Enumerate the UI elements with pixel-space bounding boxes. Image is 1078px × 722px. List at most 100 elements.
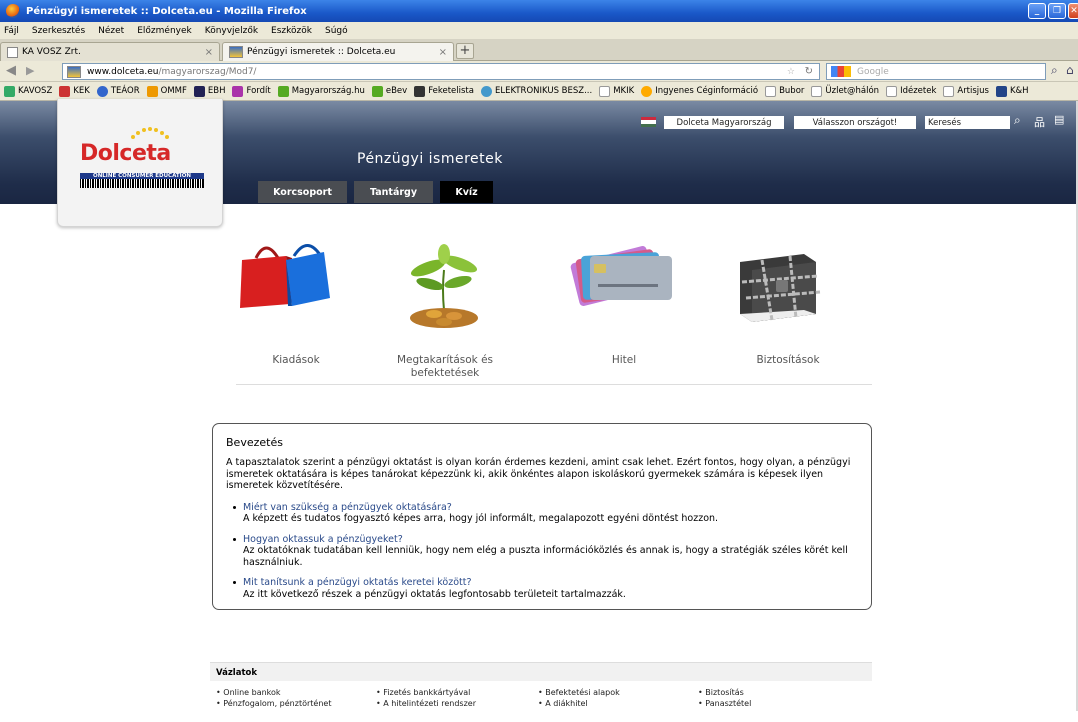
- folder-icon: [943, 85, 955, 97]
- category-megtakaritasok[interactable]: Megtakarítások és befektetések: [383, 354, 507, 380]
- google-icon: [831, 66, 851, 77]
- outline-column: Befektetési alapok A diákhitel: [538, 687, 620, 709]
- home-icon[interactable]: ⌂: [1066, 63, 1074, 77]
- back-icon[interactable]: ◀: [6, 63, 16, 78]
- bookmark-item[interactable]: Magyarország.hu: [277, 85, 365, 97]
- bookmark-item[interactable]: Üzlet@hálón: [811, 85, 879, 97]
- bookmark-icon: [641, 85, 653, 97]
- outline-link[interactable]: A diákhitel: [538, 698, 620, 709]
- bookmark-item[interactable]: Idézetek: [886, 85, 936, 97]
- navigation-bar: ◀ ▶ www.dolceta.eu /magyarorszag/Mod7/ ☆…: [0, 61, 1078, 82]
- category-biztositasok[interactable]: Biztosítások: [708, 354, 868, 367]
- outline-link[interactable]: Pénzfogalom, pénztörténet: [216, 698, 331, 709]
- hungarian-flag-icon: [641, 117, 656, 127]
- bookmark-item[interactable]: KEK: [59, 85, 90, 97]
- address-bar[interactable]: www.dolceta.eu /magyarorszag/Mod7/ ☆ ↻: [62, 63, 820, 80]
- logo-brand: Dolceta: [80, 141, 171, 166]
- country-site-link[interactable]: Dolceta Magyarország: [664, 116, 784, 129]
- intro-link-how[interactable]: Hogyan oktassuk a pénzügyeket?: [243, 534, 858, 546]
- bookmark-star-icon[interactable]: ☆: [787, 67, 795, 77]
- category-kiadasok[interactable]: Kiadások: [216, 354, 376, 367]
- search-magnifier-icon[interactable]: ⌕: [1051, 63, 1058, 78]
- bookmark-item[interactable]: Ingyenes Céginformáció: [641, 85, 758, 97]
- window-titlebar: Pénzügyi ismeretek :: Dolceta.eu - Mozil…: [0, 0, 1078, 22]
- menu-edit[interactable]: Szerkesztés: [32, 26, 85, 36]
- nav-tantargy[interactable]: Tantárgy: [354, 181, 433, 203]
- intro-link-desc: Az itt következő részek a pénzügyi oktat…: [243, 588, 626, 600]
- close-tab-icon[interactable]: ×: [439, 47, 447, 58]
- chained-book-icon[interactable]: [732, 242, 824, 326]
- outline-link[interactable]: Befektetési alapok: [538, 687, 619, 698]
- close-tab-icon[interactable]: ×: [205, 47, 213, 58]
- tab-label: KA VOSZ Zrt.: [22, 47, 81, 57]
- bookmark-icon: [480, 85, 492, 97]
- bookmark-item[interactable]: ELEKTRONIKUS BESZ...: [480, 85, 592, 97]
- print-icon[interactable]: ▤: [1054, 113, 1064, 126]
- nav-kviz[interactable]: Kvíz: [440, 181, 493, 203]
- bookmark-item[interactable]: Fordít: [232, 85, 271, 97]
- outline-link[interactable]: Biztosítás: [698, 687, 751, 698]
- menu-history[interactable]: Előzmények: [137, 26, 192, 36]
- tab-kavosz[interactable]: KA VOSZ Zrt. ×: [0, 42, 220, 61]
- new-tab-button[interactable]: +: [456, 43, 474, 59]
- bookmark-item[interactable]: eBev: [371, 85, 407, 97]
- window-title: Pénzügyi ismeretek :: Dolceta.eu - Mozil…: [26, 5, 307, 17]
- site-title: Pénzügyi ismeretek: [357, 151, 503, 167]
- bookmark-item[interactable]: EBH: [193, 85, 225, 97]
- sitemap-icon[interactable]: 品: [1034, 114, 1045, 130]
- list-item: Miért van szükség a pénzügyek oktatására…: [226, 502, 858, 525]
- folder-icon: [599, 85, 611, 97]
- bookmark-item[interactable]: TEÁOR: [96, 85, 140, 97]
- outline-column: Online bankok Pénzfogalom, pénztörténet: [216, 687, 331, 709]
- outline-column: Fizetés bankkártyával A hitelintézeti re…: [376, 687, 476, 709]
- shopping-bags-icon[interactable]: [236, 236, 332, 316]
- web-search-box[interactable]: Google: [826, 63, 1046, 80]
- bookmark-item[interactable]: Feketelista: [414, 85, 474, 97]
- menu-bookmarks[interactable]: Könyvjelzők: [205, 26, 258, 36]
- outline-link[interactable]: Fizetés bankkártyával: [376, 687, 476, 698]
- tab-dolceta[interactable]: Pénzügyi ismeretek :: Dolceta.eu ×: [222, 42, 454, 61]
- bookmark-icon: [414, 85, 426, 97]
- intro-heading: Bevezetés: [226, 436, 283, 449]
- reload-icon[interactable]: ↻: [805, 66, 813, 77]
- menu-tools[interactable]: Eszközök: [271, 26, 312, 36]
- site-search-input[interactable]: Keresés: [925, 116, 1010, 129]
- bookmark-icon: [193, 85, 205, 97]
- bookmark-item[interactable]: Artisjus: [943, 85, 989, 97]
- minimize-button[interactable]: _: [1028, 3, 1046, 19]
- outline-link[interactable]: A hitelintézeti rendszer: [376, 698, 476, 709]
- menu-view[interactable]: Nézet: [98, 26, 124, 36]
- bookmark-icon: [59, 85, 71, 97]
- forward-icon[interactable]: ▶: [26, 64, 34, 77]
- credit-cards-icon[interactable]: [568, 244, 680, 306]
- menu-help[interactable]: Súgó: [325, 26, 348, 36]
- menu-file[interactable]: Fájl: [4, 26, 19, 36]
- intro-link-what[interactable]: Mit tanítsunk a pénzügyi oktatás keretei…: [243, 577, 858, 589]
- url-host: www.dolceta.eu: [87, 66, 159, 77]
- bookmark-item[interactable]: MKIK: [599, 85, 634, 97]
- outline-section: Vázlatok Online bankok Pénzfogalom, pénz…: [210, 662, 872, 722]
- bookmark-icon: [96, 85, 108, 97]
- intro-link-desc: Az oktatóknak tudatában kell lenniük, ho…: [243, 545, 848, 568]
- intro-text: A tapasztalatok szerint a pénzügyi oktat…: [226, 457, 851, 491]
- plant-coins-icon[interactable]: [404, 240, 484, 332]
- dolceta-logo[interactable]: Dolceta ONLINE CONSUMER EDUCATION: [57, 99, 223, 227]
- search-icon[interactable]: ⌕: [1014, 113, 1021, 128]
- site-identity-icon: [67, 65, 81, 78]
- bookmark-icon: [146, 85, 158, 97]
- intro-link-desc: A képzett és tudatos fogyasztó képes arr…: [243, 513, 719, 524]
- bookmark-item[interactable]: OMMF: [146, 85, 187, 97]
- nav-korcsoport[interactable]: Korcsoport: [258, 181, 347, 203]
- bookmark-item[interactable]: KAVOSZ: [4, 85, 52, 97]
- maximize-button[interactable]: ❐: [1048, 3, 1066, 19]
- choose-country-select[interactable]: Válasszon országot!: [794, 116, 916, 129]
- bookmark-item[interactable]: Bubor: [765, 85, 804, 97]
- close-window-button[interactable]: ✕: [1068, 3, 1078, 19]
- tab-bar: KA VOSZ Zrt. × Pénzügyi ismeretek :: Dol…: [0, 39, 1078, 61]
- bookmark-item[interactable]: K&H: [995, 85, 1029, 97]
- outline-link[interactable]: Online bankok: [216, 687, 331, 698]
- category-hitel[interactable]: Hitel: [544, 354, 704, 367]
- outline-link[interactable]: Panasztétel: [698, 698, 751, 709]
- intro-link-why[interactable]: Miért van szükség a pénzügyek oktatására…: [243, 502, 858, 514]
- bookmark-icon: [277, 85, 289, 97]
